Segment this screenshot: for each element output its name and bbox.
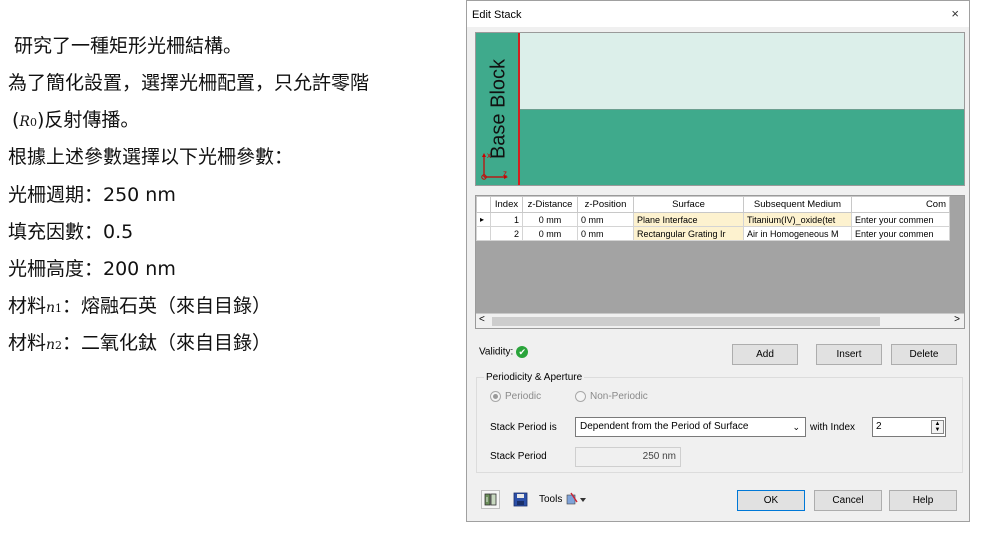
catalog-icon[interactable] — [481, 490, 500, 509]
col-header-surface[interactable]: Surface — [633, 196, 744, 213]
edit-stack-dialog: Edit Stack × Base Block x z Index z-Dist… — [466, 0, 970, 522]
symbol-n1: n — [46, 300, 56, 316]
stack-period-select[interactable]: Dependent from the Period of Surface ⌄ — [575, 417, 806, 437]
air-layer — [520, 33, 964, 109]
desc-line-3-post: )反射傳播。 — [36, 109, 140, 131]
table-row[interactable]: 2 0 mm 0 mm Rectangular Grating Ir Air i… — [476, 226, 950, 241]
check-icon: ✔ — [516, 346, 529, 358]
symbol-r-sub: 0 — [29, 116, 37, 129]
cell-medium[interactable]: Air in Homogeneous M — [743, 226, 852, 241]
index-stepper[interactable]: 2 ▲ ▼ — [872, 417, 946, 437]
symbol-n2: n — [46, 337, 56, 353]
validity-indicator: Validity: ✔ — [479, 346, 529, 358]
index-stepper-value: 2 — [876, 421, 882, 432]
stack-preview[interactable]: Base Block x z — [475, 32, 965, 186]
desc-line-6: 填充因數：0.5 — [8, 221, 134, 243]
stack-period-select-value: Dependent from the Period of Surface — [580, 421, 749, 432]
cell-z-position[interactable]: 0 mm — [577, 212, 634, 227]
insert-button[interactable]: Insert — [816, 344, 882, 365]
close-icon[interactable]: × — [951, 6, 959, 21]
with-index-label: with Index — [810, 422, 856, 433]
col-header-z-distance[interactable]: z-Distance — [522, 196, 578, 213]
desc-line-9: 材料n2：二氧化鈦（來自目錄） — [8, 331, 271, 358]
axis-z-label: z — [503, 169, 507, 178]
table-row[interactable]: ▸ 1 0 mm 0 mm Plane Interface Titanium(I… — [476, 212, 950, 227]
cell-z-position[interactable]: 0 mm — [577, 226, 634, 241]
radio-selected-icon — [490, 391, 501, 402]
scroll-right-icon[interactable]: > — [954, 314, 960, 325]
cell-index[interactable]: 2 — [490, 226, 523, 241]
non-periodic-label: Non-Periodic — [590, 391, 648, 403]
base-block-label: Base Block — [487, 58, 510, 160]
desc-line-3: (R0)反射傳播。 — [12, 108, 139, 135]
radio-unselected-icon — [575, 391, 586, 402]
add-button[interactable]: Add — [732, 344, 798, 365]
axis-icon: x z — [480, 151, 510, 181]
save-icon[interactable] — [511, 490, 530, 509]
cell-surface[interactable]: Plane Interface — [633, 212, 744, 227]
dialog-titlebar[interactable]: Edit Stack × — [467, 1, 969, 27]
periodic-radio[interactable]: Periodic — [490, 391, 541, 402]
cancel-button[interactable]: Cancel — [814, 490, 882, 511]
desc-line-4: 根據上述參數選擇以下光柵參數： — [8, 146, 294, 168]
table-header: Index z-Distance z-Position Surface Subs… — [476, 196, 950, 213]
horizontal-scrollbar[interactable]: < > — [476, 313, 964, 328]
tools-icon — [566, 492, 587, 505]
row-selector[interactable] — [476, 226, 491, 241]
stack-table[interactable]: Index z-Distance z-Position Surface Subs… — [475, 195, 965, 329]
stack-period-is-label: Stack Period is — [490, 422, 557, 433]
desc-line-8: 材料n1：熔融石英（來自目錄） — [8, 294, 271, 321]
cell-index[interactable]: 1 — [490, 212, 523, 227]
col-header-z-position[interactable]: z-Position — [577, 196, 634, 213]
chevron-down-icon: ⌄ — [792, 422, 800, 432]
desc-line-9-post: ：二氧化鈦（來自目錄） — [62, 332, 272, 354]
delete-button[interactable]: Delete — [891, 344, 957, 365]
titanium-layer — [520, 110, 964, 185]
non-periodic-radio[interactable]: Non-Periodic — [575, 391, 648, 402]
stepper-arrows-icon[interactable]: ▲ ▼ — [931, 420, 944, 434]
col-header-index[interactable]: Index — [490, 196, 523, 213]
tools-label: Tools — [539, 494, 563, 505]
periodic-label: Periodic — [505, 391, 542, 403]
symbol-n1-sub: 1 — [55, 302, 63, 315]
desc-line-2: 為了簡化設置，選擇光柵配置，只允許零階 — [8, 72, 370, 94]
desc-line-5: 光柵週期：250 nm — [8, 184, 176, 206]
symbol-r: R — [19, 114, 30, 130]
desc-line-8-pre: 材料 — [8, 295, 47, 317]
dialog-title: Edit Stack — [472, 9, 522, 21]
scrollbar-thumb[interactable] — [492, 317, 880, 326]
symbol-n2-sub: 2 — [55, 339, 63, 352]
desc-line-8-post: ：熔融石英（來自目錄） — [62, 295, 272, 317]
stack-period-value: 250 nm — [575, 447, 681, 467]
cell-z-distance[interactable]: 0 mm — [522, 212, 578, 227]
cell-surface[interactable]: Rectangular Grating Ir — [633, 226, 744, 241]
cell-comment[interactable]: Enter your commen — [851, 226, 950, 241]
desc-line-9-pre: 材料 — [8, 332, 47, 354]
axis-x-label: x — [487, 151, 491, 160]
row-header-corner — [476, 196, 491, 213]
cell-z-distance[interactable]: 0 mm — [522, 226, 578, 241]
col-header-comment[interactable]: Com — [851, 196, 950, 213]
stack-period-label: Stack Period — [490, 451, 547, 462]
validity-label: Validity: — [479, 346, 514, 358]
periodicity-group-title: Periodicity & Aperture — [484, 372, 585, 383]
scroll-left-icon[interactable]: < — [479, 314, 485, 325]
help-button[interactable]: Help — [889, 490, 957, 511]
tools-menu-button[interactable]: Tools — [538, 490, 594, 509]
desc-line-7: 光柵高度：200 nm — [8, 258, 176, 280]
row-selector-icon[interactable]: ▸ — [476, 212, 491, 227]
ok-button[interactable]: OK — [737, 490, 805, 511]
col-header-medium[interactable]: Subsequent Medium — [743, 196, 852, 213]
cell-medium[interactable]: Titanium(IV)_oxide(tet — [743, 212, 852, 227]
desc-line-1: 研究了一種矩形光柵結構。 — [14, 35, 243, 57]
cell-comment[interactable]: Enter your commen — [851, 212, 950, 227]
